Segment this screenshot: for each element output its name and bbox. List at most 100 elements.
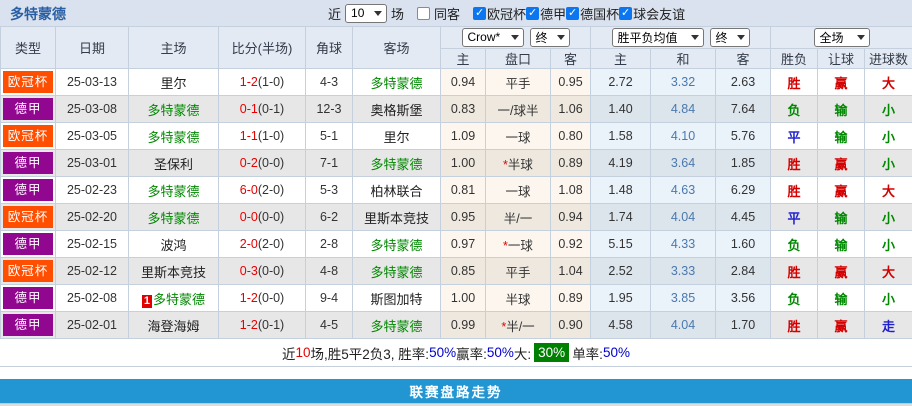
full-score: 0-3 — [239, 264, 258, 278]
full-score: 1-2 — [239, 318, 258, 332]
team-title: 多特蒙德 — [10, 6, 66, 22]
result-cell: 负 — [770, 95, 819, 123]
league-type-cell: 欧冠杯 — [0, 122, 56, 150]
league-filter-1[interactable]: ✓ 德甲 — [526, 4, 566, 23]
draw-odds: 3.32 — [650, 68, 717, 96]
team-name: 多特蒙德 — [370, 156, 423, 172]
goals-result-cell: 大 — [864, 176, 912, 204]
date-cell: 25-02-01 — [55, 311, 129, 339]
lose-odds: 7.64 — [715, 95, 772, 123]
league-type-cell: 欧冠杯 — [0, 257, 56, 285]
result-cell: 胜 — [770, 68, 819, 96]
score-cell: 1-2(1-0) — [218, 68, 306, 96]
odds-final-select[interactable]: 终 — [709, 27, 750, 47]
team-name: 里斯本竞技 — [140, 264, 206, 280]
draw-odds: 3.33 — [650, 257, 717, 285]
corner-cell: 9-4 — [305, 284, 353, 312]
handicap-result-cell: 输 — [817, 284, 866, 312]
league-filter-label: 球会友谊 — [633, 6, 686, 22]
scope-select[interactable]: 全场 — [813, 27, 870, 47]
league-type-badge: 德甲 — [3, 287, 53, 309]
odds-type-select[interactable]: 胜平负均值 — [611, 27, 704, 47]
goals-result-cell: 大 — [864, 257, 912, 285]
corner-cell: 6-2 — [305, 203, 353, 231]
chevron-down-icon — [374, 10, 383, 16]
league-filters: ✓ 欧冠杯 ✓ 德甲 ✓ 德国杯 ✓ 球会友谊 — [473, 4, 685, 23]
goals-result-cell: 小 — [864, 230, 912, 258]
team-name: 里斯本竞技 — [363, 210, 429, 226]
handicap-away-odds: 0.92 — [549, 230, 592, 258]
score-cell: 2-0(2-0) — [218, 230, 306, 258]
summary-segment: 赢率: — [456, 346, 487, 362]
scope-dropdown-group: 全场 — [770, 26, 912, 48]
handicap-home-odds: 0.95 — [440, 203, 486, 231]
team-name: 海登海姆 — [147, 318, 200, 334]
result-cell: 负 — [770, 230, 819, 258]
away-team-cell: 多特蒙德 — [352, 68, 441, 96]
checked-checkbox-icon[interactable]: ✓ — [566, 6, 580, 20]
win-odds: 4.58 — [590, 311, 652, 339]
home-team-cell: 波鸿 — [128, 230, 219, 258]
match-row: 德甲 25-02-08 1 多特蒙德 1-2(0-0) 9-4 斯图加特 1.00 半球 0.89… — [0, 284, 912, 312]
lose-odds: 2.63 — [715, 68, 772, 96]
league-trend-bar[interactable]: 联赛盘路走势 — [0, 379, 912, 403]
match-row: 德甲 25-02-15 波鸿 2-0(2-0) 2-8 多特蒙德 0.97 *一球 0.92 5.… — [0, 230, 912, 258]
match-row: 德甲 25-02-01 海登海姆 1-2(0-1) 4-5 多特蒙德 0.99 *半/一 0.9… — [0, 311, 912, 339]
topbar: 多特蒙德 近 10 场 同客 ✓ 欧冠杯 ✓ 德甲 ✓ 德国杯 ✓ 球会友谊 — [0, 0, 912, 26]
away-team-cell: 斯图加特 — [352, 284, 441, 312]
summary-segment: 10 — [295, 345, 311, 360]
away-team-cell: 里尔 — [352, 122, 441, 150]
recent-count-select[interactable]: 10 — [345, 3, 388, 23]
bookmaker-select[interactable]: Crow* — [461, 27, 524, 47]
handicap-line-cell: *半/一 — [485, 311, 551, 339]
league-type-badge: 欧冠杯 — [3, 71, 53, 93]
same-opponent-checkbox[interactable] — [417, 6, 431, 20]
full-score: 0-1 — [239, 102, 258, 116]
home-team-cell: 里尔 — [128, 68, 219, 96]
half-score: (0-0) — [257, 291, 285, 305]
score-cell: 1-2(0-1) — [218, 311, 306, 339]
league-filter-3[interactable]: ✓ 球会友谊 — [619, 4, 685, 23]
handicap-result-cell: 赢 — [817, 149, 866, 177]
checked-checkbox-icon[interactable]: ✓ — [473, 6, 487, 20]
home-team-cell: 多特蒙德 — [128, 95, 219, 123]
sub-col-lose: 客 — [715, 47, 772, 69]
league-type-badge: 德甲 — [3, 314, 53, 336]
date-cell: 25-02-12 — [55, 257, 129, 285]
result-cell: 平 — [770, 203, 819, 231]
corner-cell: 7-1 — [305, 149, 353, 177]
lose-odds: 6.29 — [715, 176, 772, 204]
sub-col-draw: 和 — [650, 47, 717, 69]
score-cell: 0-0(0-0) — [218, 203, 306, 231]
checked-checkbox-icon[interactable]: ✓ — [526, 6, 540, 20]
checked-checkbox-icon[interactable]: ✓ — [619, 6, 633, 20]
win-odds: 1.74 — [590, 203, 652, 231]
handicap-line-cell: 半/一 — [485, 203, 551, 231]
handicap-result-cell: 赢 — [817, 257, 866, 285]
draw-odds: 4.84 — [650, 95, 717, 123]
handicap-final-select[interactable]: 终 — [529, 27, 570, 47]
match-row: 欧冠杯 25-02-12 里斯本竞技 0-3(0-0) 4-8 多特蒙德 0.85 平手 1.0… — [0, 257, 912, 285]
league-filter-0[interactable]: ✓ 欧冠杯 — [473, 4, 526, 23]
full-score: 1-1 — [239, 129, 258, 143]
half-score: (0-1) — [257, 318, 285, 332]
footer-gap — [0, 367, 912, 379]
match-row: 欧冠杯 25-03-05 多特蒙德 1-1(1-0) 5-1 里尔 1.09 一球 0.80 1.… — [0, 122, 912, 150]
match-row: 德甲 25-03-08 多特蒙德 0-1(0-1) 12-3 奥格斯堡 0.83 一/球半 1.… — [0, 95, 912, 123]
corner-cell: 4-3 — [305, 68, 353, 96]
handicap-home-odds: 0.94 — [440, 68, 486, 96]
half-score: (0-0) — [257, 264, 285, 278]
filter-controls: 近 10 场 同客 ✓ 欧冠杯 ✓ 德甲 ✓ 德国杯 ✓ 球会友谊 — [328, 0, 685, 26]
chevron-down-icon — [510, 34, 519, 40]
team-name: 多特蒙德 — [370, 264, 423, 280]
league-type-cell: 德甲 — [0, 149, 56, 177]
league-filter-2[interactable]: ✓ 德国杯 — [566, 4, 619, 23]
handicap-line-cell: 平手 — [485, 257, 551, 285]
league-type-badge: 德甲 — [3, 179, 53, 201]
full-score: 2-0 — [239, 237, 258, 251]
lose-odds: 4.45 — [715, 203, 772, 231]
win-odds: 4.19 — [590, 149, 652, 177]
score-cell: 1-1(1-0) — [218, 122, 306, 150]
col-handicap-result: 让球 — [817, 47, 866, 69]
score-cell: 6-0(2-0) — [218, 176, 306, 204]
